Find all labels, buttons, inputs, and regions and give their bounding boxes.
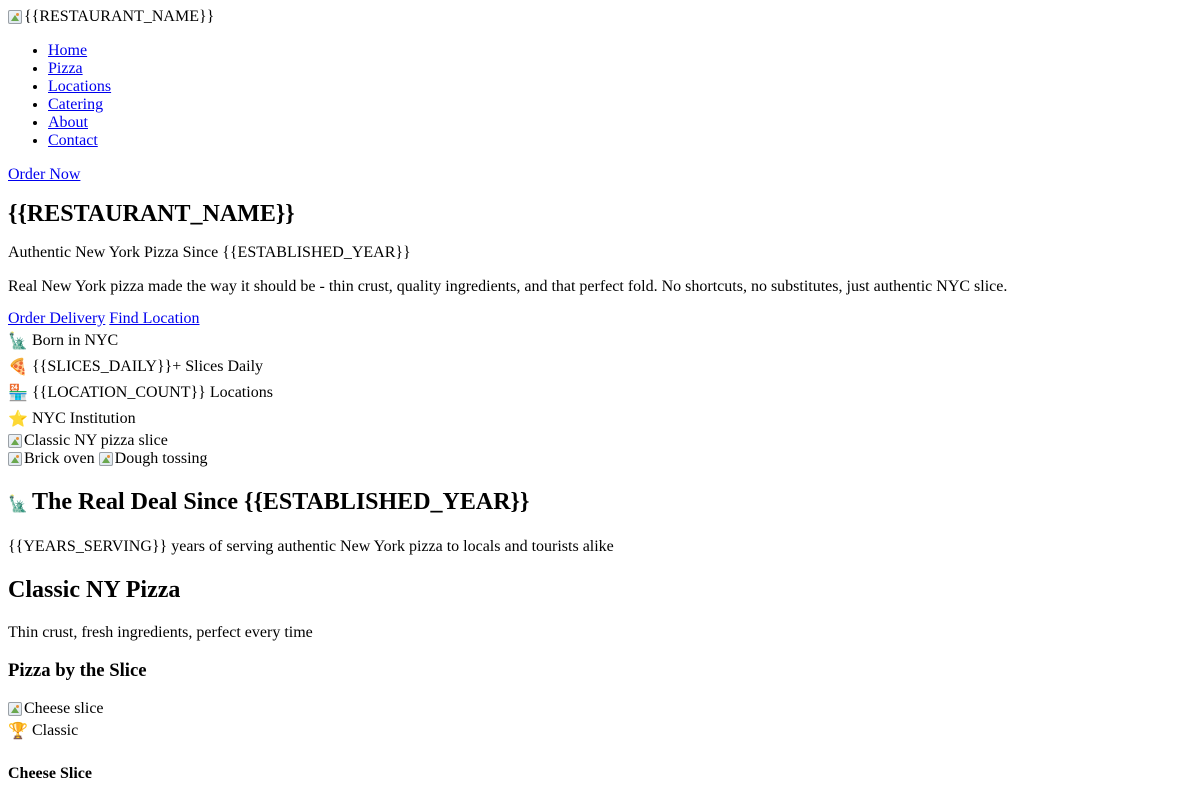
nav-link-pizza[interactable]: Pizza bbox=[48, 60, 83, 77]
menu-item-badge: 🏆 Classic bbox=[8, 718, 1192, 744]
hero-secondary-images: Brick oven Dough tossing bbox=[8, 450, 1192, 468]
menu-subtitle: Thin crust, fresh ingredients, perfect e… bbox=[8, 624, 313, 641]
image-alt-text: Brick oven bbox=[24, 450, 95, 467]
nav-item-locations: Locations bbox=[48, 78, 1192, 96]
stat-text: {{LOCATION_COUNT}} Locations bbox=[32, 384, 273, 401]
nav-list: Home Pizza Locations Catering About Cont… bbox=[8, 42, 1192, 150]
menu-section: Classic NY Pizza Thin crust, fresh ingre… bbox=[8, 576, 1192, 783]
heritage-title: 🗽 The Real Deal Since {{ESTABLISHED_YEAR}… bbox=[8, 488, 1192, 518]
nav-link-about[interactable]: About bbox=[48, 114, 88, 131]
dough-tossing-image: Dough tossing bbox=[98, 450, 208, 468]
hero-main-image: Classic NY pizza slice bbox=[8, 432, 1192, 450]
stat-text: {{SLICES_DAILY}}+ Slices Daily bbox=[32, 358, 264, 375]
statue-of-liberty-icon: 🗽 bbox=[8, 494, 28, 513]
trophy-icon: 🏆 bbox=[8, 721, 28, 740]
image-alt-text: Classic NY pizza slice bbox=[24, 432, 168, 449]
nav-item-pizza: Pizza bbox=[48, 60, 1192, 78]
hero-actions: Order Delivery Find Location bbox=[8, 310, 1192, 328]
broken-image-icon bbox=[98, 452, 113, 466]
stat-text: NYC Institution bbox=[32, 410, 136, 427]
stat-slices-daily: 🍕 {{SLICES_DAILY}}+ Slices Daily bbox=[8, 354, 1192, 380]
menu-category-title: Pizza by the Slice bbox=[8, 660, 147, 681]
image-alt-text: Dough tossing bbox=[114, 450, 208, 467]
nav-item-contact: Contact bbox=[48, 132, 1192, 150]
heritage-section: 🗽 The Real Deal Since {{ESTABLISHED_YEAR}… bbox=[8, 488, 1192, 556]
menu-title: Classic NY Pizza bbox=[8, 577, 181, 603]
nav-item-about: About bbox=[48, 114, 1192, 132]
find-location-link[interactable]: Find Location bbox=[109, 310, 199, 327]
stat-born-in-nyc: 🗽 Born in NYC bbox=[8, 328, 1192, 354]
nav-link-catering[interactable]: Catering bbox=[48, 96, 103, 113]
order-delivery-link[interactable]: Order Delivery bbox=[8, 310, 105, 327]
badge-text: Classic bbox=[32, 722, 79, 739]
broken-image-icon bbox=[8, 702, 22, 716]
nav-item-catering: Catering bbox=[48, 96, 1192, 114]
statue-of-liberty-icon: 🗽 bbox=[8, 331, 28, 350]
nav-item-home: Home bbox=[48, 42, 1192, 60]
hero-stats: 🗽 Born in NYC 🍕 {{SLICES_DAILY}}+ Slices… bbox=[8, 328, 1192, 432]
star-icon: ⭐ bbox=[8, 409, 28, 428]
hero-section: {{RESTAURANT_NAME}} Authentic New York P… bbox=[8, 200, 1192, 468]
store-icon: 🏪 bbox=[8, 383, 28, 402]
broken-image-icon bbox=[8, 452, 22, 466]
nav-link-contact[interactable]: Contact bbox=[48, 132, 98, 149]
nav-link-home[interactable]: Home bbox=[48, 42, 87, 59]
cheese-slice-image: Cheese slice bbox=[8, 700, 104, 718]
logo-alt-text: {{RESTAURANT_NAME}} bbox=[24, 8, 215, 25]
site-header: {{RESTAURANT_NAME}} Home Pizza Locations… bbox=[8, 8, 1192, 184]
main-nav: Home Pizza Locations Catering About Cont… bbox=[8, 42, 1192, 150]
broken-image-icon bbox=[8, 434, 22, 448]
brick-oven-image: Brick oven bbox=[8, 450, 95, 468]
hero-tagline: Authentic New York Pizza Since {{ESTABLI… bbox=[8, 244, 411, 261]
pizza-icon: 🍕 bbox=[8, 357, 28, 376]
hero-description: Real New York pizza made the way it shou… bbox=[8, 278, 1008, 295]
menu-item-image: Cheese slice bbox=[8, 700, 1192, 718]
image-alt-text: Cheese slice bbox=[24, 700, 104, 717]
menu-item-name: Cheese Slice bbox=[8, 765, 92, 782]
nav-link-locations[interactable]: Locations bbox=[48, 78, 111, 95]
stat-locations: 🏪 {{LOCATION_COUNT}} Locations bbox=[8, 380, 1192, 406]
broken-image-icon bbox=[8, 10, 22, 24]
hero-title: {{RESTAURANT_NAME}} bbox=[8, 201, 295, 227]
heritage-subtitle: {{YEARS_SERVING}} years of serving authe… bbox=[8, 538, 614, 555]
pizza-slice-image: Classic NY pizza slice bbox=[8, 432, 168, 450]
restaurant-logo[interactable]: {{RESTAURANT_NAME}} bbox=[8, 8, 214, 26]
heritage-title-text: The Real Deal Since {{ESTABLISHED_YEAR}} bbox=[32, 489, 530, 515]
order-now-link[interactable]: Order Now bbox=[8, 166, 1192, 184]
menu-item-card[interactable]: Cheese slice 🏆 Classic Cheese Slice bbox=[8, 700, 1192, 783]
stat-text: Born in NYC bbox=[32, 332, 119, 349]
stat-nyc-institution: ⭐ NYC Institution bbox=[8, 406, 1192, 432]
